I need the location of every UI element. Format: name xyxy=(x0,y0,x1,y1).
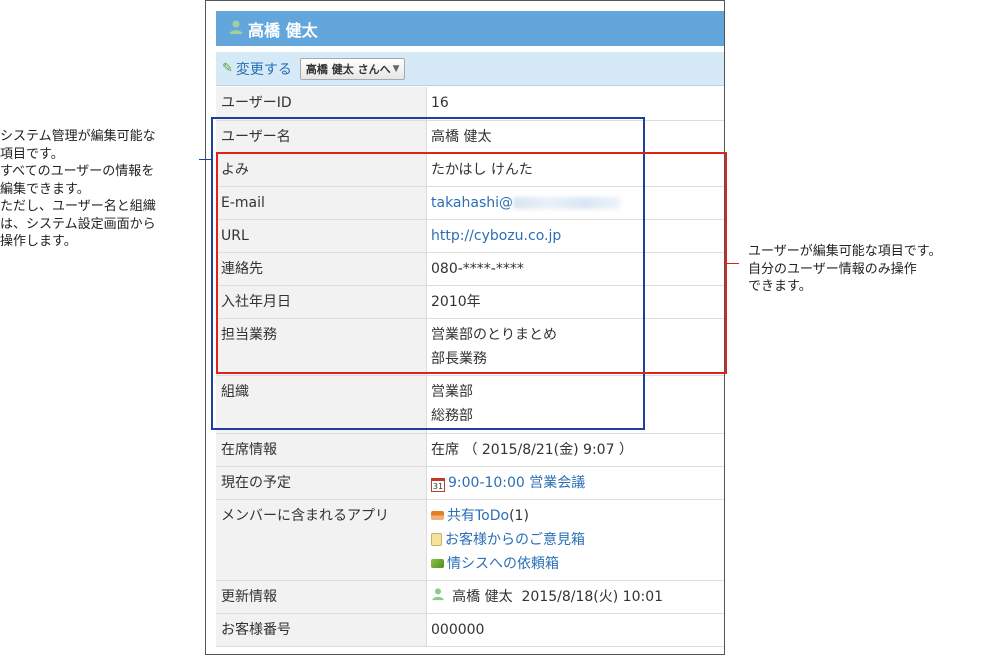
note-line: ユーザーが編集可能な項目です。 xyxy=(748,244,942,259)
row-label: 入社年月日 xyxy=(221,293,291,310)
table-row: 連絡先 080-****-**** xyxy=(216,252,724,286)
note-line: 項目です。 xyxy=(0,146,64,162)
table-row: メンバーに含まれるアプリ 共有ToDo(1) お客様からのご意見箱 情シスへの依… xyxy=(216,499,724,581)
user-menu-dropdown[interactable]: 高橋 健太 さんへ ▼ xyxy=(299,57,405,80)
presence-value: 在席 （ 2015/8/21(金) 9:07 ） xyxy=(431,441,633,458)
user-editable-note: ユーザーが編集可能な項目です。 自分のユーザー情報のみ操作 できます。 xyxy=(748,243,986,296)
note-line: 編集できます。 xyxy=(0,181,90,197)
row-label: 現在の予定 xyxy=(221,474,291,491)
user-detail-panel: 高橋 健太 ✎ 変更する 高橋 健太 さんへ ▼ ユーザーID 16 ユーザー名… xyxy=(205,0,725,655)
duty-value: 営業部のとりまとめ xyxy=(431,326,557,343)
updated-at: 2015/8/18(火) 10:01 xyxy=(521,588,664,605)
row-label: E-mail xyxy=(221,194,265,211)
note-line: システム管理が編集可能な xyxy=(0,129,156,144)
schedule-link[interactable]: 9:00-10:00 営業会議 xyxy=(448,475,585,491)
redacted-domain xyxy=(513,196,622,209)
table-row: 組織 営業部 総務部 xyxy=(216,375,724,434)
admin-editable-note: システム管理が編集可能な 項目です。 すべてのユーザーの情報を 編集できます。 … xyxy=(0,128,200,251)
user-name-value: 高橋 健太 xyxy=(431,128,492,145)
table-row: 担当業務 営業部のとりまとめ 部長業務 xyxy=(216,318,724,376)
app-link-shared-todo[interactable]: 共有ToDo xyxy=(447,508,509,524)
todo-icon xyxy=(431,510,444,520)
note-line: ただし、ユーザー名と組織 xyxy=(0,199,156,214)
contact-value: 080-****-**** xyxy=(431,260,524,277)
toolbar: ✎ 変更する 高橋 健太 さんへ ▼ xyxy=(216,52,724,86)
table-row: URL http://cybozu.co.jp xyxy=(216,219,724,253)
duty-value: 部長業務 xyxy=(431,350,487,367)
email-link[interactable]: takahashi@ xyxy=(431,195,513,211)
chevron-down-icon: ▼ xyxy=(392,63,400,74)
updater-name: 高橋 健太 xyxy=(452,588,513,605)
table-row: 入社年月日 2010年 xyxy=(216,285,724,319)
edit-button-label: 変更する xyxy=(235,61,292,78)
row-label: よみ xyxy=(221,161,249,178)
user-menu-label: 高橋 健太 さんへ xyxy=(305,62,391,76)
table-row: 現在の予定 31 9:00-10:00 営業会議 xyxy=(216,466,724,500)
row-label: メンバーに含まれるアプリ xyxy=(221,507,389,524)
row-label: 連絡先 xyxy=(221,260,263,277)
note-line: すべてのユーザーの情報を xyxy=(0,164,155,179)
row-label: 在席情報 xyxy=(221,441,277,458)
page-title: 高橋 健太 xyxy=(248,20,318,40)
callout-line-admin xyxy=(199,159,211,160)
url-link[interactable]: http://cybozu.co.jp xyxy=(431,224,719,248)
app-link-feedback-box[interactable]: お客様からのご意見箱 xyxy=(445,532,585,548)
row-label: ユーザーID xyxy=(221,95,292,111)
table-row: 在席情報 在席 （ 2015/8/21(金) 9:07 ） xyxy=(216,433,724,467)
row-label: 組織 xyxy=(221,383,249,400)
organization-value: 総務部 xyxy=(431,407,473,424)
table-row: 更新情報 高橋 健太 2015/8/18(火) 10:01 xyxy=(216,580,724,614)
reading-value: たかはし けんた xyxy=(431,161,533,178)
pencil-icon: ✎ xyxy=(222,61,233,76)
edit-button[interactable]: ✎ 変更する xyxy=(222,59,292,79)
note-line: 自分のユーザー情報のみ操作 xyxy=(748,261,917,277)
user-id-value: 16 xyxy=(431,95,449,111)
user-icon xyxy=(228,19,244,39)
organization-value: 営業部 xyxy=(431,383,473,400)
callout-line-user xyxy=(727,263,739,264)
row-label: お客様番号 xyxy=(221,621,291,638)
app-count: (1) xyxy=(509,507,529,524)
table-row: よみ たかはし けんた xyxy=(216,153,724,187)
row-label: 担当業務 xyxy=(221,326,277,343)
note-line: 操作します。 xyxy=(0,234,77,249)
table-row: E-mail takahashi@ xyxy=(216,186,724,220)
join-date-value: 2010年 xyxy=(431,293,481,310)
calendar-icon: 31 xyxy=(431,477,445,492)
table-row: お客様番号 000000 xyxy=(216,613,724,647)
table-row: ユーザーID 16 xyxy=(216,87,724,121)
row-label: URL xyxy=(221,227,249,244)
app-link-it-request-box[interactable]: 情シスへの依頼箱 xyxy=(447,556,559,572)
note-line: は、システム設定画面から xyxy=(0,216,156,232)
box-icon xyxy=(431,558,444,568)
user-title-bar: 高橋 健太 xyxy=(216,11,724,46)
user-icon xyxy=(431,587,449,605)
customer-number-value: 000000 xyxy=(431,621,485,638)
row-label: ユーザー名 xyxy=(221,128,291,145)
row-label: 更新情報 xyxy=(221,588,277,605)
note-icon xyxy=(431,532,442,546)
note-line: できます。 xyxy=(748,279,812,294)
table-row: ユーザー名 高橋 健太 xyxy=(216,120,724,154)
user-detail-table: ユーザーID 16 ユーザー名 高橋 健太 よみ たかはし けんた E-mail… xyxy=(216,87,724,647)
